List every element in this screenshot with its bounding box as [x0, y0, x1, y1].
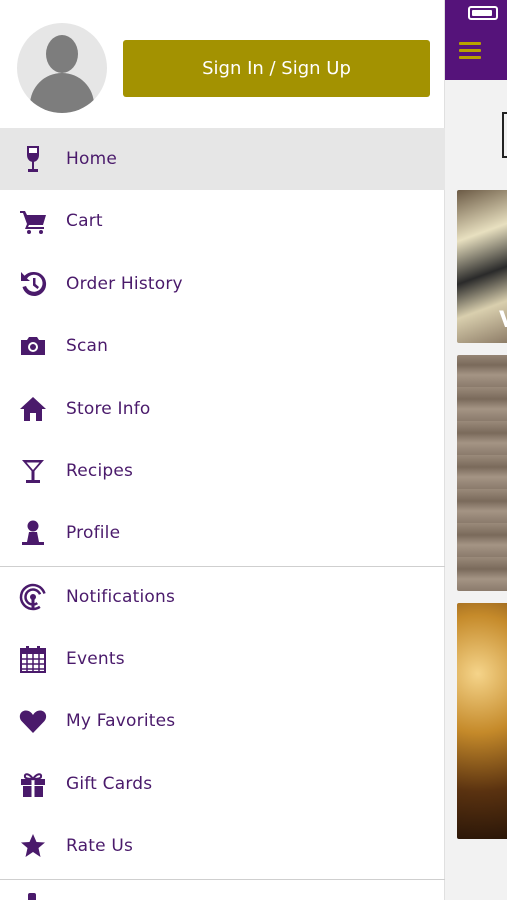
- menu-item-store-info[interactable]: Store Info: [0, 378, 445, 440]
- cart-icon: [17, 205, 49, 237]
- menu-item-rate-us[interactable]: Rate Us: [0, 815, 445, 877]
- menu-label: Order History: [66, 274, 183, 294]
- menu-divider: [0, 879, 445, 880]
- wood-card[interactable]: [457, 355, 507, 591]
- menu-label: Scan: [66, 336, 109, 356]
- menu-item-scan[interactable]: Scan: [0, 315, 445, 377]
- avatar[interactable]: [17, 23, 107, 113]
- menu-label: My Favorites: [66, 711, 176, 731]
- menu-item-gift-cards[interactable]: Gift Cards: [0, 753, 445, 815]
- house-icon: [17, 393, 49, 425]
- person-icon: [17, 517, 49, 549]
- menu-item-my-favorites[interactable]: My Favorites: [0, 690, 445, 752]
- partial-icon: [28, 893, 36, 900]
- app-header: [445, 0, 507, 80]
- champagne-card[interactable]: [457, 603, 507, 839]
- menu-item-order-history[interactable]: Order History: [0, 253, 445, 315]
- broadcast-icon: [17, 581, 49, 613]
- menu-label: Events: [66, 649, 125, 669]
- battery-icon: [468, 6, 498, 20]
- background-app: V: [445, 0, 507, 900]
- menu-label: Store Info: [66, 399, 151, 419]
- cocktail-icon: [17, 455, 49, 487]
- sign-in-button[interactable]: Sign In / Sign Up: [123, 40, 430, 97]
- menu-label: Cart: [66, 211, 103, 231]
- wine-card[interactable]: V: [457, 190, 507, 343]
- drawer-header: Sign In / Sign Up: [0, 0, 445, 128]
- menu-label: Profile: [66, 523, 121, 543]
- menu-label: Recipes: [66, 461, 134, 481]
- calendar-icon: [17, 643, 49, 675]
- side-drawer: Sign In / Sign Up Home Cart Order Histor…: [0, 0, 445, 900]
- star-icon: [17, 830, 49, 862]
- camera-icon: [17, 330, 49, 362]
- menu-item-recipes[interactable]: Recipes: [0, 440, 445, 502]
- menu-item-cart[interactable]: Cart: [0, 190, 445, 252]
- hamburger-menu-icon[interactable]: [459, 42, 481, 60]
- menu-label: Notifications: [66, 587, 175, 607]
- menu-label: Gift Cards: [66, 774, 153, 794]
- search-box-edge[interactable]: [502, 112, 507, 158]
- menu-label: Home: [66, 149, 118, 169]
- history-icon: [17, 268, 49, 300]
- heart-icon: [17, 705, 49, 737]
- gift-icon: [17, 768, 49, 800]
- menu-item-notifications[interactable]: Notifications: [0, 566, 445, 628]
- menu-label: Rate Us: [66, 836, 134, 856]
- menu-item-events[interactable]: Events: [0, 628, 445, 690]
- menu-item-home[interactable]: Home: [0, 128, 445, 190]
- menu-item-profile[interactable]: Profile: [0, 502, 445, 564]
- card-title-letter: V: [499, 308, 507, 333]
- wine-glass-icon: [17, 143, 49, 175]
